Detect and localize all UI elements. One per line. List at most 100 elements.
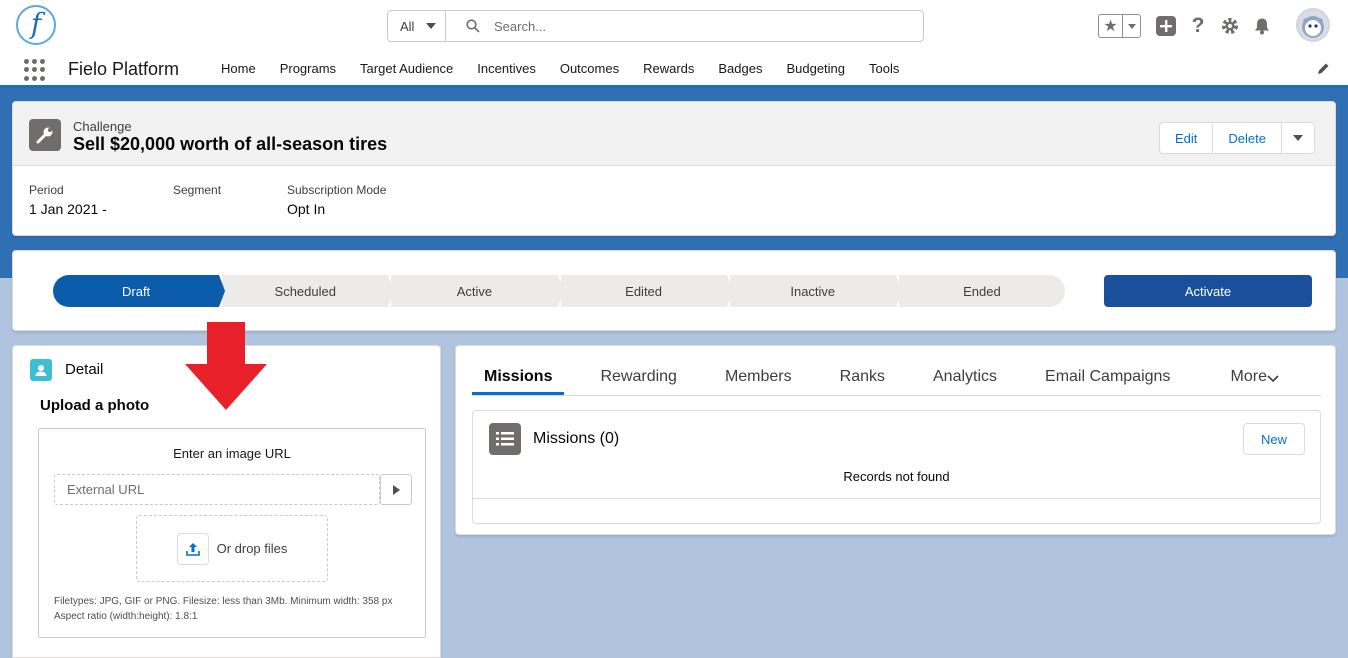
chevron-down-icon	[1127, 23, 1136, 29]
fielo-logo[interactable]: f	[16, 5, 56, 45]
chevron-down-icon	[1292, 135, 1303, 141]
path-chevron	[219, 275, 226, 307]
missions-related-list: Missions (0) New Records not found	[472, 410, 1321, 524]
field-label: Subscription Mode	[287, 183, 387, 197]
field-segment: Segment	[173, 183, 237, 217]
tab-more-label: More	[1230, 368, 1267, 385]
edit-button[interactable]: Edit	[1160, 123, 1214, 153]
path-step-edited[interactable]: Edited	[557, 275, 733, 307]
tab-rewarding[interactable]: Rewarding	[588, 362, 688, 395]
upload-photo-box: Enter an image URL External URL Or drop …	[38, 428, 426, 638]
hint-line: Filetypes: JPG, GIF or PNG. Filesize: le…	[54, 596, 393, 607]
external-url-input[interactable]: External URL	[54, 474, 380, 505]
path-step-label: Scheduled	[274, 283, 336, 299]
field-period: Period 1 Jan 2021 -	[29, 183, 123, 217]
path-step-inactive[interactable]: Inactive	[726, 275, 902, 307]
nav-item-badges[interactable]: Badges	[706, 61, 774, 76]
global-header: f All Search... ★ ?	[0, 0, 1348, 52]
path-step-scheduled[interactable]: Scheduled	[219, 275, 395, 307]
nav-item-incentives[interactable]: Incentives	[465, 61, 548, 76]
status-path: Draft Scheduled Active Edited Inactive E…	[53, 275, 1066, 307]
field-subscription-mode: Subscription Mode Opt In	[287, 183, 386, 217]
nav-items: Home Programs Target Audience Incentives…	[209, 52, 911, 85]
upload-icon[interactable]	[176, 532, 209, 565]
path-step-label: Ended	[963, 283, 1001, 299]
field-value: 1 Jan 2021 -	[29, 201, 107, 217]
global-search: All Search...	[387, 10, 924, 42]
field-label: Period	[29, 183, 64, 197]
delete-button[interactable]: Delete	[1213, 123, 1282, 153]
tab-ranks[interactable]: Ranks	[828, 362, 897, 395]
hint-line: Aspect ratio (width:height): 1.8:1	[54, 611, 198, 622]
app-nav-bar: Fielo Platform Home Programs Target Audi…	[0, 52, 1348, 88]
path-step-label: Inactive	[790, 283, 836, 299]
tab-more[interactable]: More	[1219, 362, 1291, 395]
red-arrow-annotation	[185, 322, 267, 410]
star-icon[interactable]: ★	[1099, 15, 1123, 37]
search-input[interactable]: Search...	[446, 11, 923, 41]
chevron-down-icon	[1267, 375, 1279, 383]
path-step-label: Edited	[625, 283, 663, 299]
path-chevron	[388, 275, 395, 307]
record-actions: Edit Delete	[1159, 122, 1315, 154]
search-icon	[466, 19, 480, 33]
detail-title: Detail	[65, 361, 104, 378]
tab-bar: Missions Rewarding Members Ranks Analyti…	[472, 362, 1321, 396]
nav-item-budgeting[interactable]: Budgeting	[774, 61, 857, 76]
file-drop-zone[interactable]: Or drop files	[136, 515, 328, 582]
path-step-active[interactable]: Active	[388, 275, 564, 307]
activate-button[interactable]: Activate	[1104, 275, 1312, 307]
drop-files-label: Or drop files	[216, 541, 288, 556]
upload-photo-title: Upload a photo	[40, 397, 150, 414]
tab-members[interactable]: Members	[713, 362, 804, 395]
record-header: Challenge Sell $20,000 worth of all-seas…	[12, 101, 1336, 236]
path-chevron	[557, 275, 564, 307]
path-chevron	[895, 275, 902, 307]
search-scope-label: All	[400, 18, 415, 34]
path-chevron	[726, 275, 733, 307]
related-tabs-card: Missions Rewarding Members Ranks Analyti…	[455, 345, 1336, 535]
nav-item-target-audience[interactable]: Target Audience	[348, 61, 465, 76]
nav-item-rewards[interactable]: Rewards	[631, 61, 706, 76]
list-icon	[489, 423, 521, 455]
new-mission-button[interactable]: New	[1243, 423, 1305, 455]
highlights-fields: Period 1 Jan 2021 - Segment Subscription…	[29, 183, 436, 217]
bell-icon[interactable]	[1251, 15, 1273, 37]
wrench-icon	[29, 119, 61, 151]
favorites-button[interactable]: ★	[1098, 14, 1141, 38]
record-title: Sell $20,000 worth of all-season tires	[73, 134, 388, 154]
header-icons: ★ ?	[1098, 12, 1273, 40]
field-value	[173, 201, 237, 217]
play-arrow-icon	[392, 484, 400, 495]
submit-url-button[interactable]	[380, 474, 412, 505]
path-card: Draft Scheduled Active Edited Inactive E…	[12, 250, 1336, 331]
path-step-draft[interactable]: Draft	[53, 275, 226, 307]
edit-nav-pencil-icon[interactable]	[1316, 62, 1332, 78]
user-icon	[30, 359, 52, 381]
nav-item-home[interactable]: Home	[209, 61, 268, 76]
empty-state-text: Records not found	[843, 469, 950, 484]
add-icon[interactable]	[1155, 15, 1177, 37]
more-actions-button[interactable]	[1282, 123, 1314, 153]
help-icon[interactable]: ?	[1187, 14, 1209, 37]
nav-item-tools[interactable]: Tools	[857, 61, 911, 76]
search-placeholder: Search...	[494, 18, 547, 34]
record-type: Challenge	[73, 119, 132, 134]
chevron-down-icon	[426, 23, 437, 29]
user-avatar[interactable]	[1296, 8, 1330, 42]
app-name: Fielo Platform	[68, 59, 180, 79]
tab-missions[interactable]: Missions	[472, 362, 565, 395]
nav-item-programs[interactable]: Programs	[268, 61, 348, 76]
favorites-dropdown[interactable]	[1123, 15, 1140, 37]
record-header-top: Challenge Sell $20,000 worth of all-seas…	[13, 102, 1335, 166]
app-launcher-icon[interactable]	[24, 59, 46, 81]
search-scope-dropdown[interactable]: All	[388, 11, 446, 41]
path-step-label: Draft	[122, 283, 151, 299]
tab-analytics[interactable]: Analytics	[921, 362, 1009, 395]
gear-icon[interactable]	[1219, 15, 1241, 37]
field-label: Segment	[173, 183, 222, 197]
path-step-ended[interactable]: Ended	[895, 275, 1066, 307]
file-requirements-hint: Filetypes: JPG, GIF or PNG. Filesize: le…	[54, 594, 392, 624]
nav-item-outcomes[interactable]: Outcomes	[548, 61, 631, 76]
tab-email-campaigns[interactable]: Email Campaigns	[1033, 362, 1182, 395]
